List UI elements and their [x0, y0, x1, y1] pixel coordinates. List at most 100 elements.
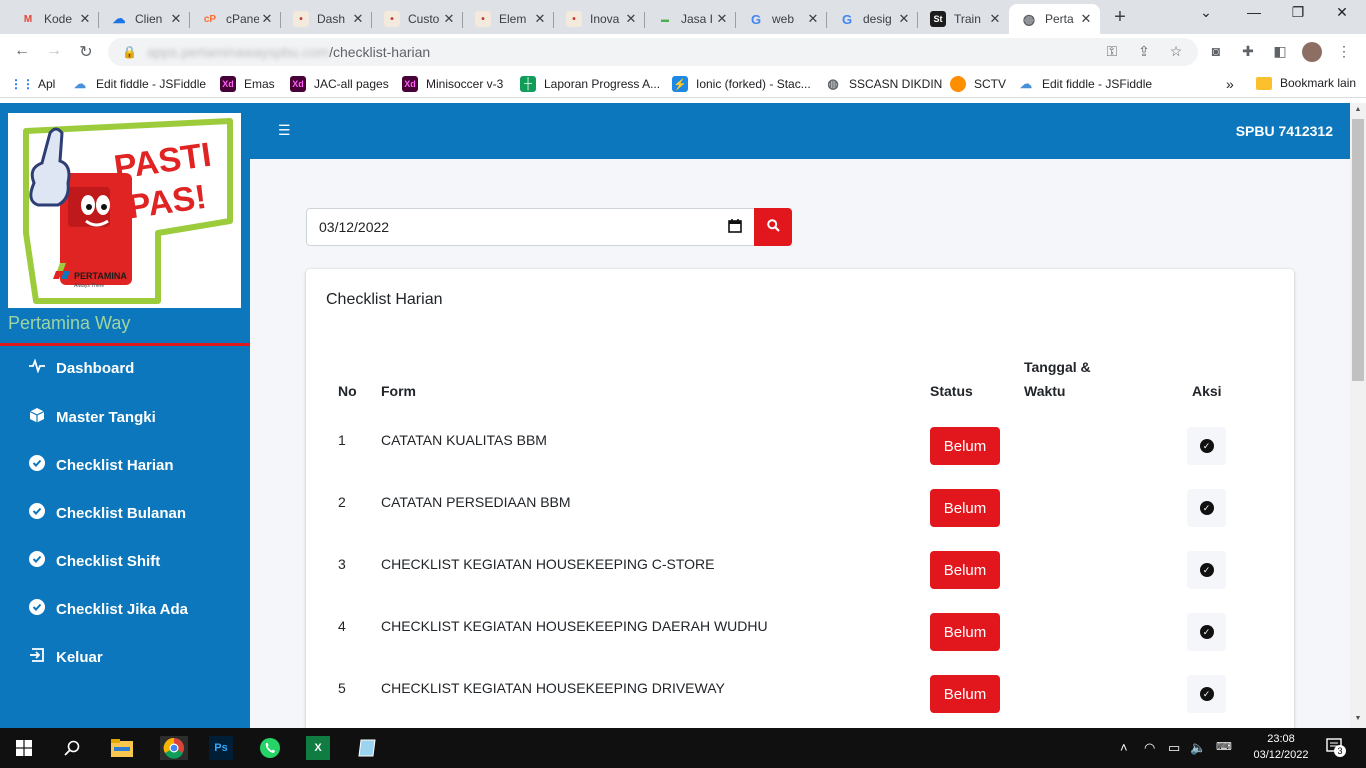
- scrollbar-thumb[interactable]: [1352, 119, 1364, 381]
- file-explorer-icon[interactable]: [110, 736, 134, 760]
- lock-icon: 🔒: [122, 45, 137, 59]
- status-button[interactable]: Belum: [930, 551, 1000, 589]
- sidebar-item-keluar[interactable]: Keluar: [28, 647, 103, 668]
- menu-kebab-icon[interactable]: ⋮: [1334, 43, 1354, 60]
- excel-icon[interactable]: X: [306, 736, 330, 760]
- close-icon[interactable]: ✕: [77, 11, 93, 27]
- side-panel-icon[interactable]: ◧: [1270, 43, 1290, 60]
- close-icon[interactable]: ✕: [987, 11, 1003, 27]
- whatsapp-icon[interactable]: [258, 736, 282, 760]
- new-tab-button[interactable]: +: [1108, 6, 1132, 29]
- status-button[interactable]: Belum: [930, 675, 1000, 713]
- bookmark-label: Emas: [244, 77, 275, 91]
- browser-tab[interactable]: • Elem ✕: [463, 4, 554, 34]
- reload-button[interactable]: ↻: [76, 42, 96, 62]
- profile-avatar[interactable]: [1302, 42, 1322, 62]
- sidebar-item-label: Checklist Shift: [56, 553, 161, 570]
- other-bookmarks[interactable]: Bookmark lain: [1256, 76, 1356, 90]
- tray-overflow-icon[interactable]: ˄: [1120, 740, 1128, 755]
- bookmark-star-icon[interactable]: ☆: [1166, 43, 1186, 60]
- action-button[interactable]: ✓: [1187, 489, 1226, 527]
- browser-tab[interactable]: cP cPane ✕: [190, 4, 281, 34]
- column-header-no: No: [338, 383, 357, 399]
- action-button[interactable]: ✓: [1187, 551, 1226, 589]
- close-icon[interactable]: ✕: [1078, 11, 1094, 27]
- close-icon[interactable]: ✕: [714, 11, 730, 27]
- bookmark-item[interactable]: ┼ Laporan Progress A...: [520, 76, 660, 92]
- clock-time: 23:08: [1267, 733, 1295, 745]
- close-icon[interactable]: ✕: [259, 11, 275, 27]
- restore-button[interactable]: ❐: [1288, 4, 1308, 21]
- bookmark-item[interactable]: ☁ Edit fiddle - JSFiddle: [1018, 76, 1152, 92]
- search-icon[interactable]: [60, 736, 84, 760]
- bookmark-item[interactable]: ⚡ Ionic (forked) - Stac...: [672, 76, 811, 92]
- camera-icon[interactable]: ◙: [1206, 43, 1226, 59]
- date-input[interactable]: 03/12/2022: [306, 208, 755, 246]
- action-button[interactable]: ✓: [1187, 613, 1226, 651]
- bookmark-item[interactable]: Xd Emas: [220, 76, 275, 92]
- volume-icon[interactable]: 🔈: [1190, 740, 1206, 756]
- page-scrollbar[interactable]: ▲ ▼: [1350, 103, 1366, 728]
- notepad-icon[interactable]: [355, 736, 379, 760]
- bookmark-item[interactable]: Xd Minisoccer v-3: [402, 76, 503, 92]
- browser-tab[interactable]: ☁ Clien ✕: [99, 4, 190, 34]
- bookmark-item[interactable]: ☁ Edit fiddle - JSFiddle: [72, 76, 206, 92]
- close-icon[interactable]: ✕: [532, 11, 548, 27]
- minimize-button[interactable]: —: [1244, 4, 1264, 20]
- close-icon[interactable]: ✕: [441, 11, 457, 27]
- action-button[interactable]: ✓: [1187, 675, 1226, 713]
- address-bar[interactable]: 🔒 apps.pertaminawayspbu.com /checklist-h…: [108, 38, 1198, 66]
- window-close-button[interactable]: ✕: [1332, 4, 1352, 21]
- chrome-icon[interactable]: [160, 736, 188, 760]
- browser-tab[interactable]: St Train ✕: [918, 4, 1009, 34]
- sidebar-item-checklist-harian[interactable]: Checklist Harian: [28, 455, 174, 476]
- close-icon[interactable]: ✕: [896, 11, 912, 27]
- close-icon[interactable]: ✕: [350, 11, 366, 27]
- status-button[interactable]: Belum: [930, 613, 1000, 651]
- browser-tab[interactable]: G web ✕: [736, 4, 827, 34]
- bookmark-item[interactable]: ◍ SSCASN DIKDIN: [825, 76, 942, 92]
- sidebar-item-dashboard[interactable]: Dashboard: [28, 358, 134, 378]
- notification-center-icon[interactable]: 3: [1326, 737, 1346, 758]
- search-button[interactable]: [754, 208, 792, 246]
- browser-tab[interactable]: G desig ✕: [827, 4, 918, 34]
- forward-button[interactable]: →: [44, 42, 64, 60]
- system-clock[interactable]: 23:08 03/12/2022: [1246, 731, 1316, 763]
- close-icon[interactable]: ✕: [805, 11, 821, 27]
- browser-tab[interactable]: M Kode ✕: [8, 4, 99, 34]
- calendar-icon[interactable]: [728, 218, 742, 236]
- scroll-down-arrow[interactable]: ▼: [1350, 715, 1366, 722]
- keyboard-icon[interactable]: ⌨: [1216, 740, 1232, 753]
- battery-icon[interactable]: ▭: [1168, 740, 1180, 756]
- key-icon[interactable]: ⚿: [1102, 43, 1122, 60]
- bookmark-apps[interactable]: ⋮⋮ Apl: [10, 76, 55, 92]
- bookmark-item[interactable]: Xd JAC-all pages: [290, 76, 389, 92]
- tab-label: web: [772, 12, 795, 26]
- browser-tab[interactable]: • Dash ✕: [281, 4, 372, 34]
- sidebar-item-checklist-shift[interactable]: Checklist Shift: [28, 551, 160, 572]
- hamburger-menu-icon[interactable]: ☰: [278, 122, 291, 139]
- sidebar-item-checklist-bulanan[interactable]: Checklist Bulanan: [28, 503, 186, 524]
- action-button[interactable]: ✓: [1187, 427, 1226, 465]
- browser-tab[interactable]: ▬ Jasa I ✕: [645, 4, 736, 34]
- windows-start-icon[interactable]: [12, 736, 36, 760]
- scroll-up-arrow[interactable]: ▲: [1350, 106, 1366, 113]
- share-icon[interactable]: ⇪: [1134, 43, 1154, 60]
- wifi-icon[interactable]: ◠: [1144, 740, 1155, 756]
- bookmarks-overflow-button[interactable]: »: [1226, 76, 1234, 92]
- browser-tab[interactable]: • Inova ✕: [554, 4, 645, 34]
- close-icon[interactable]: ✕: [168, 11, 184, 27]
- browser-tab-active[interactable]: ◍ Perta ✕: [1009, 4, 1100, 34]
- sidebar-item-master-tangki[interactable]: Master Tangki: [28, 407, 156, 428]
- status-button[interactable]: Belum: [930, 489, 1000, 527]
- tab-search-icon[interactable]: ⌄: [1196, 4, 1216, 21]
- folder-icon: [1256, 76, 1272, 90]
- status-button[interactable]: Belum: [930, 427, 1000, 465]
- close-icon[interactable]: ✕: [623, 11, 639, 27]
- back-button[interactable]: ←: [12, 42, 32, 60]
- browser-tab[interactable]: • Custo ✕: [372, 4, 463, 34]
- extensions-icon[interactable]: ✚: [1238, 43, 1258, 60]
- photoshop-icon[interactable]: Ps: [209, 736, 233, 760]
- bookmark-item[interactable]: SCTV: [950, 76, 1006, 92]
- sidebar-item-checklist-jika-ada[interactable]: Checklist Jika Ada: [28, 599, 188, 620]
